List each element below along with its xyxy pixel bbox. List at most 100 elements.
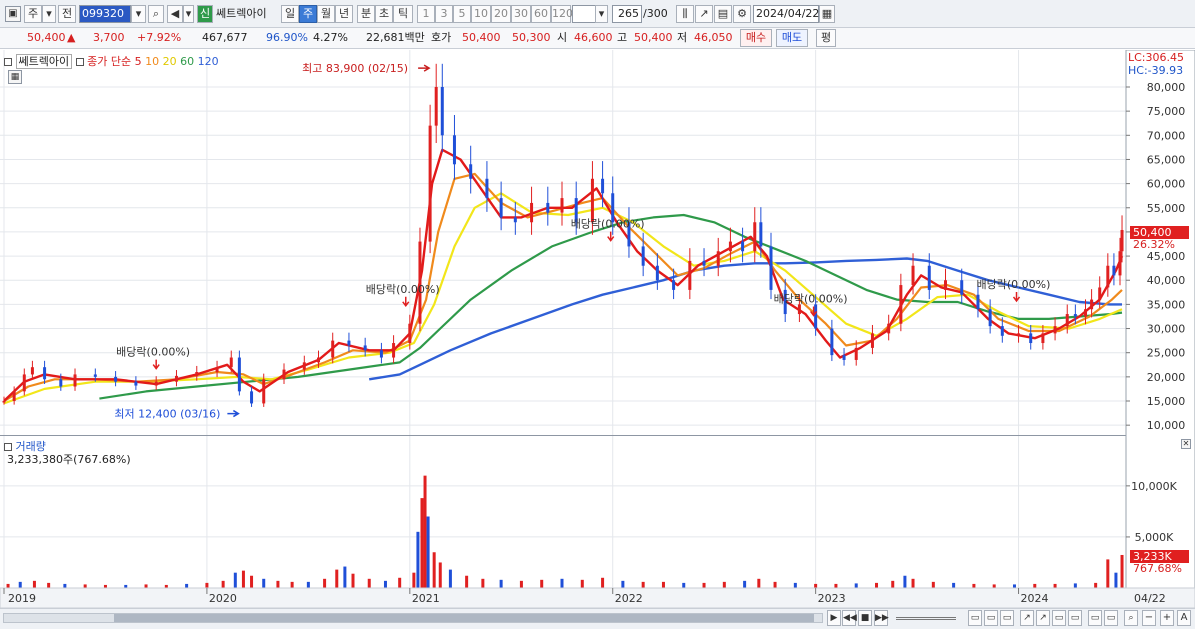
buy-button[interactable]: 매수 (740, 29, 772, 47)
legend-ma60[interactable]: 60 (180, 55, 194, 68)
volume-bar (931, 581, 935, 588)
open-price: 46,600 (574, 31, 613, 44)
minute-10[interactable]: 10 (471, 5, 491, 23)
legend-box-icon[interactable] (4, 58, 12, 66)
time-tick-label: 2022 (615, 592, 643, 605)
speaker-icon[interactable]: ◀ (167, 5, 183, 23)
candle-body (741, 241, 745, 252)
chart-d-icon[interactable]: ▭ (1104, 610, 1118, 626)
stock-chart[interactable]: 배당락(0.00%) 배당락(0.00%) 배당락(0.00%) 배당락(0.00%)… (0, 50, 1195, 629)
legend-ma20[interactable]: 20 (163, 55, 177, 68)
rewind-icon[interactable]: ◀◀ (842, 610, 857, 626)
up-arrow-icon: ▲ (67, 31, 76, 44)
candle-body (753, 222, 757, 252)
minute-5[interactable]: 5 (453, 5, 471, 23)
volume-bar (875, 582, 879, 588)
candle-body (655, 265, 659, 281)
volume-bar (481, 578, 485, 588)
gear-icon[interactable]: ⚙ (733, 5, 751, 23)
candle-body (154, 381, 158, 386)
volume-bar (432, 552, 436, 588)
sell-button[interactable]: 매도 (776, 29, 808, 47)
chart-a-icon[interactable]: ▭ (1052, 610, 1066, 626)
volume-bar (702, 582, 706, 588)
volume-bar (343, 566, 347, 588)
chart-c-icon[interactable]: ▭ (1088, 610, 1102, 626)
date-input[interactable]: 2024/04/22 (753, 5, 819, 23)
layout-2-icon[interactable]: ▭ (984, 610, 998, 626)
scroll-bar[interactable]: ▶ ◀◀ ■ ▶▶ ▭ ▭ ▭ ↗ ↗ ▭ ▭ ▭ ▭ ⌕ − + A (0, 608, 1195, 629)
candle-body (317, 357, 321, 363)
stock-code-input[interactable]: 099320 (79, 5, 131, 23)
layout-1-icon[interactable]: ▭ (968, 610, 982, 626)
volume-tag-pct: 767.68% (1133, 562, 1182, 575)
period-day[interactable]: 일 (281, 5, 299, 23)
trend-icon[interactable]: ↗ (1020, 610, 1034, 626)
zoom-icon[interactable]: ⌕ (1124, 610, 1138, 626)
volume-bar (793, 582, 797, 588)
current-price: 50,400 (27, 31, 66, 44)
scroll-thumb[interactable] (114, 614, 814, 622)
minute-120[interactable]: 120 (551, 5, 573, 23)
legend-stock-name[interactable]: 쎄트렉아이 (15, 54, 73, 69)
chart-b-icon[interactable]: ▭ (1068, 610, 1082, 626)
forward-icon[interactable]: ▶▶ (874, 610, 889, 626)
period-month[interactable]: 월 (317, 5, 335, 23)
candle-body (601, 178, 605, 194)
prev-button[interactable]: 전 (58, 5, 76, 23)
stop-icon[interactable]: ■ (858, 610, 872, 626)
minute-30[interactable]: 30 (511, 5, 531, 23)
period-tick[interactable]: 틱 (393, 5, 413, 23)
market-select[interactable]: 주 (24, 5, 42, 23)
candle-body (434, 86, 438, 126)
avg-button[interactable]: 평 (816, 29, 836, 47)
search-icon[interactable]: ⌕ (148, 5, 164, 23)
time-axis (0, 587, 1195, 609)
candle-body (899, 285, 903, 324)
time-tick-label: 2023 (818, 592, 846, 605)
table-icon[interactable]: ▦ (8, 70, 22, 84)
period-second[interactable]: 초 (375, 5, 393, 23)
main-toolbar: ▣ 주 ▾ 전 099320 ▾ ⌕ ◀ ▾ 신 쎄트렉아이 일 주 월 년 분… (0, 0, 1195, 28)
bar-count-input[interactable]: 265 (612, 5, 642, 23)
minute-20[interactable]: 20 (491, 5, 511, 23)
candle-body (672, 280, 676, 290)
speed-slider[interactable] (896, 617, 956, 620)
shin-badge[interactable]: 신 (197, 5, 213, 23)
legend-ma10[interactable]: 10 (145, 55, 159, 68)
text-icon[interactable]: A (1177, 610, 1191, 626)
close-volume-pane-icon[interactable]: ✕ (1181, 439, 1191, 449)
volume-bar (1073, 583, 1077, 588)
scroll-track[interactable] (3, 613, 823, 623)
trend-2-icon[interactable]: ↗ (1036, 610, 1050, 626)
minute-60[interactable]: 60 (531, 5, 551, 23)
candle-type-icon[interactable]: ⫼ (676, 5, 694, 23)
save-icon[interactable]: ▤ (714, 5, 732, 23)
minute-3[interactable]: 3 (435, 5, 453, 23)
minute-1[interactable]: 1 (417, 5, 435, 23)
legend-ma120[interactable]: 120 (198, 55, 219, 68)
period-week[interactable]: 주 (299, 5, 317, 23)
time-tick-label: 2019 (8, 592, 36, 605)
code-dropdown-icon[interactable]: ▾ (131, 5, 146, 23)
legend-ma5[interactable]: 5 (135, 55, 142, 68)
legend-ma-label[interactable]: 종가 단순 (87, 55, 131, 68)
scroll-right-icon[interactable]: ▶ (827, 610, 841, 626)
price-tick-label: 55,000 (1147, 202, 1186, 215)
candle-body (1065, 314, 1069, 327)
volume-bar (1120, 554, 1124, 588)
zoom-out-icon[interactable]: − (1142, 610, 1156, 626)
custom-period-dropdown-icon[interactable]: ▾ (595, 5, 608, 23)
period-minute[interactable]: 분 (357, 5, 375, 23)
zoom-in-icon[interactable]: + (1160, 610, 1174, 626)
draw-tool-icon[interactable]: ↗ (695, 5, 713, 23)
calendar-icon[interactable]: ▦ (819, 5, 835, 23)
volume-value: 3,233,380주(767.68%) (7, 453, 131, 466)
market-dropdown-icon[interactable]: ▾ (42, 5, 56, 23)
period-year[interactable]: 년 (335, 5, 353, 23)
candle-body (797, 304, 801, 315)
layout-3-icon[interactable]: ▭ (1000, 610, 1014, 626)
candle-body (347, 340, 351, 346)
window-menu-icon[interactable]: ▣ (5, 6, 21, 22)
speaker-dropdown-icon[interactable]: ▾ (183, 5, 194, 23)
